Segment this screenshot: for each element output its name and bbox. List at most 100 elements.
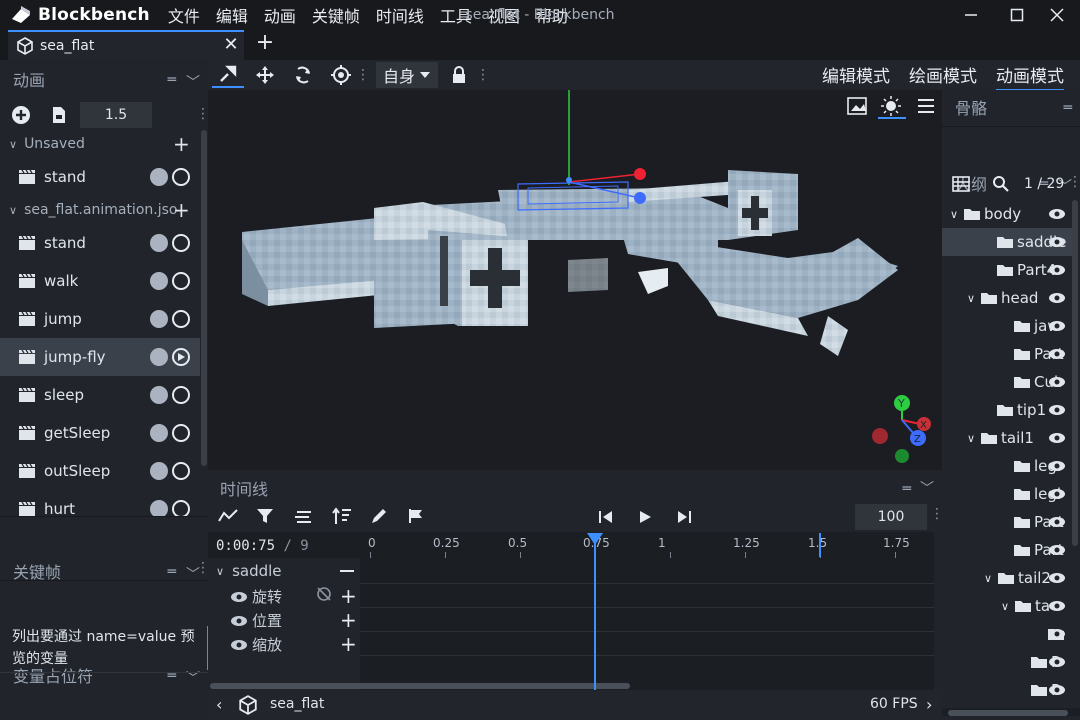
3d-viewport[interactable]: Y X Z (208, 90, 942, 470)
save-check-icon[interactable] (150, 168, 168, 186)
visibility-eye-icon[interactable] (1048, 516, 1066, 528)
panel-collapse-icon[interactable]: ═ (168, 72, 176, 92)
save-check-icon[interactable] (150, 500, 168, 516)
play-toggle-icon[interactable] (172, 424, 190, 442)
animation-end-marker[interactable] (819, 533, 821, 557)
visibility-eye-icon[interactable] (1048, 544, 1066, 556)
visibility-eye-icon[interactable] (1048, 236, 1066, 248)
save-check-icon[interactable] (150, 424, 168, 442)
outliner-add-icon[interactable] (952, 176, 970, 192)
visibility-eye-icon[interactable] (1048, 656, 1066, 668)
menu-help[interactable]: 帮助 (536, 3, 568, 27)
animation-length-input[interactable]: 1.5 (80, 102, 152, 128)
menu-view[interactable]: 视图 (488, 3, 520, 27)
pencil-icon[interactable] (370, 507, 388, 525)
animation-item[interactable]: getSleep (0, 414, 208, 452)
paint-mode-tab[interactable]: 绘画模式 (909, 62, 977, 87)
outliner-scrollbar[interactable] (1072, 200, 1078, 546)
add-icon[interactable]: + (173, 132, 190, 156)
panel-collapse-icon[interactable]: ═ (1064, 100, 1072, 116)
visibility-eye-icon[interactable] (1048, 460, 1066, 472)
menu-animation[interactable]: 动画 (264, 3, 296, 27)
animation-item[interactable]: jump-fly (0, 338, 200, 376)
visibility-eye-icon[interactable] (1048, 628, 1066, 640)
keyframe-tracks[interactable] (360, 558, 934, 682)
search-icon[interactable] (992, 175, 1010, 193)
sort-icon[interactable] (332, 507, 352, 525)
add-keyframe-icon[interactable]: + (340, 608, 357, 632)
visibility-eye-icon[interactable] (1048, 432, 1066, 444)
save-check-icon[interactable] (150, 234, 168, 252)
chevron-down-icon[interactable]: ﹀ (186, 668, 200, 688)
menu-keyframe[interactable]: 关键帧 (312, 3, 360, 27)
save-check-icon[interactable] (150, 310, 168, 328)
new-tab-icon[interactable]: + (254, 32, 276, 56)
visibility-eye-icon[interactable] (1048, 320, 1066, 332)
visibility-eye-icon[interactable] (1048, 376, 1066, 388)
filter-icon[interactable] (256, 508, 274, 524)
close-window-button[interactable] (1034, 0, 1080, 30)
animation-item[interactable]: stand (0, 158, 208, 196)
playhead[interactable] (594, 538, 596, 690)
menu-timeline[interactable]: 时间线 (376, 3, 424, 27)
add-icon[interactable]: + (173, 198, 190, 222)
play-toggle-icon[interactable] (172, 462, 190, 480)
chevron-down-icon[interactable]: ∨ (1001, 600, 1009, 613)
visibility-eye-icon[interactable] (1048, 348, 1066, 360)
chevron-down-icon[interactable]: ∨ (967, 432, 975, 445)
visibility-eye-icon[interactable] (1048, 684, 1066, 696)
timeline-ruler[interactable]: 0 0.25 0.5 0.75 1 1.25 1.5 1.75 (360, 532, 934, 558)
animation-item[interactable]: hurt (0, 490, 208, 516)
menu-edit[interactable]: 编辑 (216, 3, 248, 27)
save-check-icon[interactable] (150, 272, 168, 290)
play-toggle-icon[interactable] (172, 500, 190, 516)
play-toggle-icon[interactable] (172, 386, 190, 404)
remove-bone-icon[interactable] (340, 570, 354, 572)
add-keyframe-icon[interactable]: + (340, 632, 357, 656)
animation-group-unsaved[interactable]: ∨ Unsaved + (0, 129, 208, 159)
animate-mode-tab[interactable]: 动画模式 (996, 62, 1064, 91)
playhead-handle[interactable] (587, 533, 603, 545)
chevron-right-icon[interactable]: › (926, 695, 932, 714)
save-check-icon[interactable] (150, 348, 168, 366)
play-icon[interactable] (638, 510, 652, 524)
chevron-down-icon[interactable]: ﹀ (186, 72, 200, 92)
visibility-eye-icon[interactable] (1048, 488, 1066, 500)
flag-icon[interactable] (408, 508, 424, 524)
play-toggle-icon[interactable] (172, 310, 190, 328)
play-toggle-icon[interactable] (172, 168, 190, 186)
add-keyframe-icon[interactable]: + (340, 584, 357, 608)
pivot-point-icon[interactable] (326, 62, 356, 88)
animation-item[interactable]: outSleep (0, 452, 208, 490)
save-check-icon[interactable] (150, 386, 168, 404)
tab-sea-flat[interactable]: sea_flat (8, 30, 244, 60)
close-tab-icon[interactable]: ✕ (220, 36, 242, 56)
play-toggle-icon[interactable] (172, 348, 190, 366)
import-animation-icon[interactable] (52, 106, 66, 124)
channel-scale[interactable]: 缩放 (230, 634, 282, 655)
menu-file[interactable]: 文件 (168, 3, 200, 27)
align-icon[interactable] (294, 510, 312, 524)
transform-space-select[interactable]: 自身 (376, 62, 438, 88)
animation-item[interactable]: jump (0, 300, 208, 338)
move-tool-icon[interactable] (250, 62, 280, 88)
visibility-eye-icon[interactable] (1048, 572, 1066, 584)
animation-item[interactable]: walk (0, 262, 208, 300)
add-animation-icon[interactable] (12, 106, 30, 124)
horizontal-scrollbar[interactable] (210, 683, 630, 689)
panel-collapse-icon[interactable]: ═ (903, 481, 911, 497)
channel-rotation[interactable]: 旋转 (230, 586, 282, 607)
animation-group-file[interactable]: ∨ sea_flat.animation.jso + (0, 195, 208, 225)
channel-position[interactable]: 位置 (230, 610, 282, 631)
skip-forward-icon[interactable] (676, 510, 692, 524)
save-check-icon[interactable] (150, 462, 168, 480)
visibility-eye-icon[interactable] (1048, 292, 1066, 304)
edit-mode-tab[interactable]: 编辑模式 (822, 62, 890, 87)
visibility-eye-icon[interactable] (1048, 600, 1066, 612)
animation-item[interactable]: stand (0, 224, 208, 262)
visibility-eye-icon[interactable] (1048, 404, 1066, 416)
menu-tools[interactable]: 工具 (440, 3, 472, 27)
chevron-down-icon[interactable]: ∨ (950, 208, 958, 221)
graph-editor-icon[interactable] (218, 508, 238, 524)
outliner-horizontal-scrollbar[interactable] (948, 710, 1068, 716)
